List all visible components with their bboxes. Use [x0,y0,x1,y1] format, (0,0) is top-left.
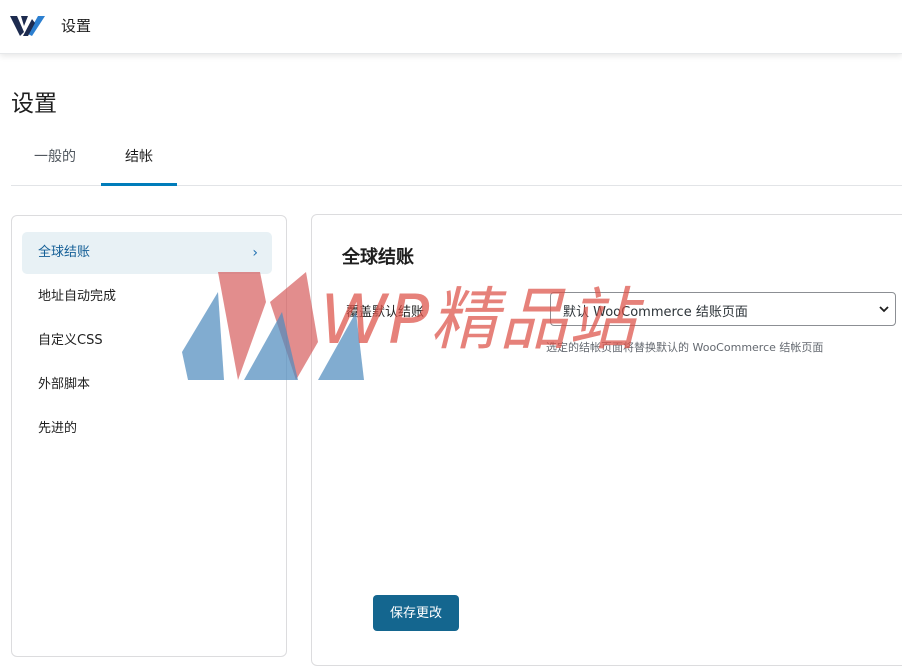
select-value: 默认 WooCommerce 结账页面 [563,305,748,320]
tab-general[interactable]: 一般的 [11,135,99,183]
sidebar-item-advanced[interactable]: 先进的 [22,408,272,450]
sidebar-item-label: 全球结账 [38,245,91,260]
override-checkout-help: 选定的结帐页面将替换默认的 WooCommerce 结帐页面 [546,341,824,354]
settings-tabs: 一般的 结帐 [11,135,902,186]
brand-logo-icon[interactable] [10,12,46,38]
override-checkout-select[interactable]: 默认 WooCommerce 结账页面 [550,292,896,326]
sidebar-item-label: 先进的 [38,421,78,436]
checkout-settings-sidebar: 全球结账 › 地址自动完成 自定义CSS 外部脚本 先进的 [11,215,287,657]
override-checkout-label: 覆盖默认结账 [346,305,425,320]
sidebar-item-global-checkout[interactable]: 全球结账 › [22,232,272,274]
sidebar-item-label: 自定义CSS [38,333,103,348]
sidebar-item-address-autocomplete[interactable]: 地址自动完成 [22,276,272,318]
top-bar: 设置 [0,0,902,54]
page-title: 设置 [11,91,57,117]
chevron-down-icon [879,306,889,313]
sidebar-item-label: 地址自动完成 [38,289,117,304]
chevron-right-icon: › [252,245,258,261]
global-checkout-panel: 全球结账 覆盖默认结账 默认 WooCommerce 结账页面 选定的结帐页面将… [311,214,902,666]
panel-title: 全球结账 [342,247,414,268]
topbar-title: 设置 [61,17,92,35]
sidebar-item-external-scripts[interactable]: 外部脚本 [22,364,272,406]
tab-checkout[interactable]: 结帐 [101,135,177,186]
sidebar-item-custom-css[interactable]: 自定义CSS [22,320,272,362]
save-changes-button[interactable]: 保存更改 [373,595,459,631]
sidebar-item-label: 外部脚本 [38,377,91,392]
